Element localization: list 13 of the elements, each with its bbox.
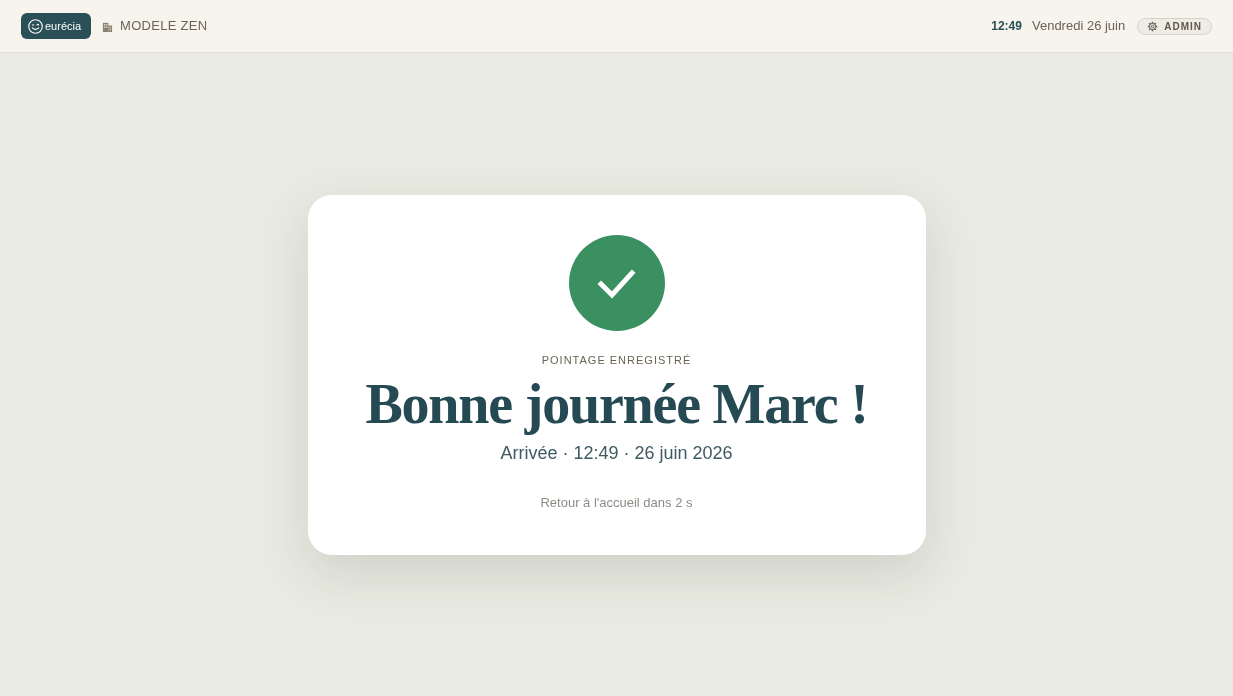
admin-button[interactable]: ADMIN (1137, 17, 1212, 35)
site-name: MODELE ZEN (120, 17, 208, 36)
greeting-title: Bonne journée Marc ! (365, 372, 868, 435)
smiley-icon (28, 18, 43, 34)
current-time: 12:49 (991, 18, 1022, 35)
redirect-notice: Retour à l'accueil dans 2 s (540, 494, 693, 511)
logo-text: eurécia (45, 20, 82, 32)
settings-icon (1147, 20, 1159, 32)
clock-in-details: Arrivée · 12:49 · 26 juin 2026 (500, 441, 733, 465)
building-icon (102, 20, 113, 32)
current-date: Vendredi 26 juin (1031, 17, 1126, 36)
logo[interactable]: eurécia (21, 13, 91, 39)
status-label: POINTAGE ENREGISTRÉ (541, 352, 692, 367)
